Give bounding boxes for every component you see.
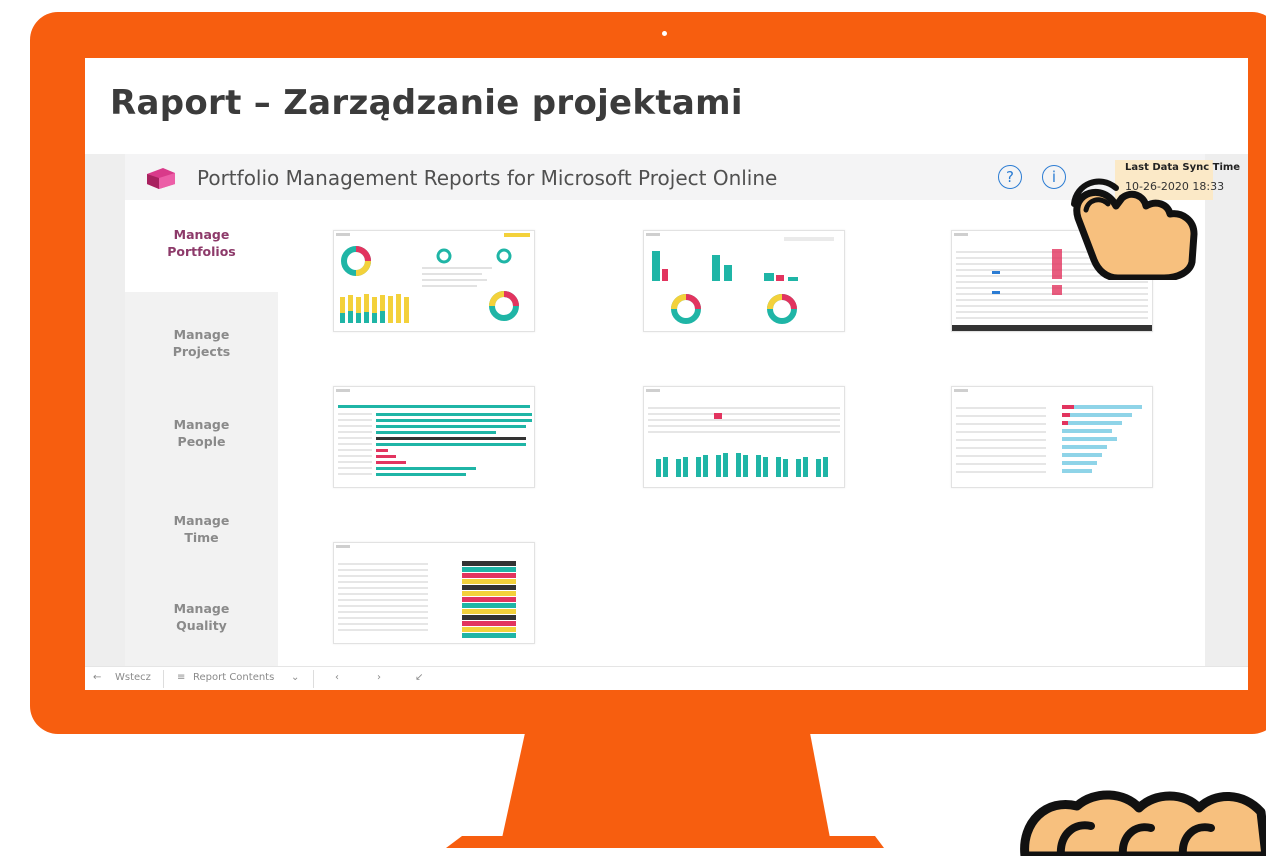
report-thumbnail-project-workflow[interactable]	[333, 542, 535, 644]
report-thumbnail-work-summary[interactable]	[643, 230, 845, 332]
sidebar-item-quality[interactable]: Manage Quality	[125, 600, 278, 634]
next-page-icon[interactable]: ›	[377, 672, 381, 683]
menu-lines-icon[interactable]: ≡	[177, 672, 185, 683]
sidebar-item-label: Manage People	[173, 417, 230, 449]
divider	[163, 670, 164, 688]
report-sidebar: Manage Portfolios Manage Projects Manage…	[125, 200, 278, 666]
sidebar-item-portfolios[interactable]: Manage Portfolios	[125, 200, 278, 292]
sidebar-item-label: Manage Projects	[172, 327, 231, 359]
divider	[313, 670, 314, 688]
previous-page-icon[interactable]: ‹	[335, 672, 339, 683]
thumbnail-preview	[954, 389, 1142, 473]
thumbnail-preview	[646, 389, 840, 477]
report-header: Portfolio Management Reports for Microso…	[125, 154, 1240, 200]
report-body: Manage Portfolios Manage Projects Manage…	[125, 200, 1205, 666]
report-thumbnail-portfolio-overview[interactable]	[333, 230, 535, 332]
report-contents-button[interactable]: Report Contents	[193, 672, 274, 683]
sidebar-item-label: Manage Portfolios	[167, 227, 236, 259]
report-bottom-bar: ← Wstecz ≡ Report Contents ⌄ ‹ › ↙	[85, 666, 1248, 690]
monitor-screen: Raport – Zarządzanie projektami Portfoli…	[85, 58, 1248, 690]
sidebar-item-people[interactable]: Manage People	[125, 416, 278, 450]
report-app-title: Portfolio Management Reports for Microso…	[197, 166, 778, 190]
sidebar-item-label: Manage Quality	[173, 601, 230, 633]
pointing-hand-icon	[1071, 178, 1198, 280]
thumbnail-preview	[336, 389, 532, 476]
back-arrow-icon[interactable]: ←	[93, 672, 101, 683]
project-online-logo-icon	[147, 168, 175, 189]
chevron-down-icon[interactable]: ⌄	[291, 672, 299, 683]
sidebar-item-projects[interactable]: Manage Projects	[125, 326, 278, 360]
report-thumbnail-work-timephased[interactable]	[643, 386, 845, 488]
page-title: Raport – Zarządzanie projektami	[110, 83, 743, 123]
hand-outline-icon	[1020, 790, 1266, 856]
collapse-icon[interactable]: ↙	[415, 672, 423, 683]
sidebar-item-label: Manage Time	[173, 513, 230, 545]
help-icon[interactable]: ?	[998, 165, 1022, 189]
thumbnail-preview	[336, 545, 516, 638]
back-button[interactable]: Wstecz	[115, 672, 151, 683]
sidebar-item-time[interactable]: Manage Time	[125, 512, 278, 546]
report-thumbnail-portfolio-timeline[interactable]	[333, 386, 535, 488]
thumbnail-preview	[336, 233, 530, 323]
thumbnail-preview	[646, 233, 834, 324]
report-thumbnail-portfolio-milestones[interactable]	[951, 386, 1153, 488]
